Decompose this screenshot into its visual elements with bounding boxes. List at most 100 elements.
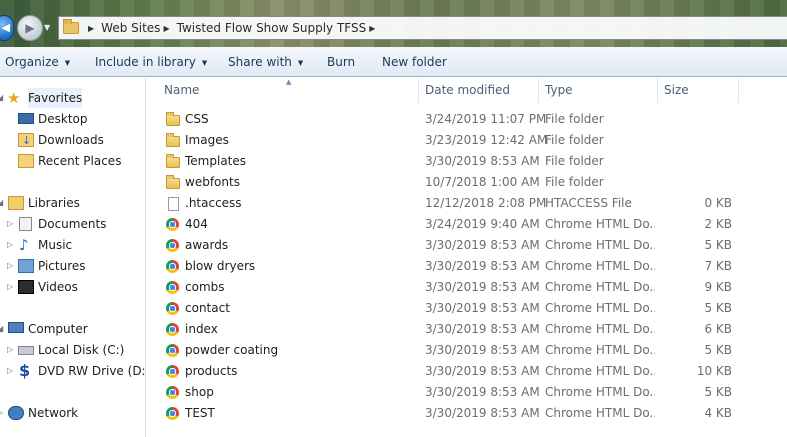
- column-header-type[interactable]: Type: [539, 78, 658, 103]
- file-name: contact: [185, 301, 230, 315]
- expand-triangle-icon[interactable]: ▷: [0, 403, 3, 423]
- file-date-modified: 3/30/2019 8:53 AM: [425, 238, 540, 252]
- file-size: 0 KB: [704, 196, 732, 210]
- documents-icon: [19, 217, 32, 231]
- expand-triangle-icon[interactable]: ▷: [7, 256, 13, 276]
- forward-button[interactable]: ▶: [17, 15, 43, 41]
- column-header-label: Date modified: [425, 83, 511, 97]
- recent-pages-chevron-down-icon[interactable]: ▼: [44, 23, 50, 32]
- file-row[interactable]: Templates 3/30/2019 8:53 AM File folder: [147, 151, 787, 172]
- file-row[interactable]: webfonts 10/7/2018 1:00 AM File folder: [147, 172, 787, 193]
- file-size: 9 KB: [704, 280, 732, 294]
- file-row[interactable]: 404 3/24/2019 9:40 AM Chrome HTML Do... 2 K…: [147, 214, 787, 235]
- nav-item-pictures[interactable]: ▷ Pictures: [0, 256, 145, 276]
- expand-triangle-icon[interactable]: ▷: [7, 235, 13, 255]
- nav-label: Network: [28, 406, 79, 420]
- chrome-icon: [166, 302, 179, 315]
- file-row[interactable]: combs 3/30/2019 8:53 AM Chrome HTML Do... 9…: [147, 277, 787, 298]
- file-row[interactable]: TEST 3/30/2019 8:53 AM Chrome HTML Do... 4 …: [147, 403, 787, 424]
- nav-label: Favorites: [28, 88, 83, 108]
- file-type: Chrome HTML Do...: [545, 217, 655, 231]
- file-size: 5 KB: [704, 301, 732, 315]
- column-header-label: Type: [545, 83, 573, 97]
- breadcrumb-web-sites[interactable]: Web Sites: [101, 21, 160, 35]
- expand-triangle-icon[interactable]: ◢: [0, 193, 3, 213]
- nav-item-favorites[interactable]: ◢ ★ Favorites: [0, 88, 145, 108]
- chrome-icon: [166, 323, 179, 336]
- organize-button[interactable]: Organize ▼: [5, 47, 70, 77]
- breadcrumb-separator-icon[interactable]: ▶: [88, 24, 94, 33]
- column-header-size[interactable]: Size: [658, 78, 739, 103]
- file-row[interactable]: blow dryers 3/30/2019 8:53 AM Chrome HTML …: [147, 256, 787, 277]
- nav-item-desktop[interactable]: Desktop: [0, 109, 145, 129]
- file-type: File folder: [545, 154, 604, 168]
- file-name: Templates: [185, 154, 247, 168]
- command-toolbar: Organize ▼ Include in library ▼ Share with…: [0, 47, 787, 77]
- file-row[interactable]: products 3/30/2019 8:53 AM Chrome HTML Do.…: [147, 361, 787, 382]
- file-row[interactable]: contact 3/30/2019 8:53 AM Chrome HTML Do..…: [147, 298, 787, 319]
- recent-places-icon: [18, 154, 34, 168]
- column-header-date-modified[interactable]: Date modified: [419, 78, 539, 103]
- dvd-drive-icon: $: [19, 361, 31, 380]
- sort-ascending-icon: ▲: [286, 78, 292, 86]
- desktop-icon: [18, 113, 34, 124]
- file-date-modified: 3/30/2019 8:53 AM: [425, 364, 540, 378]
- expand-triangle-icon[interactable]: ▷: [7, 340, 13, 360]
- nav-item-dvd-drive[interactable]: ▷ $ DVD RW Drive (D:) S: [0, 361, 145, 381]
- file-name: products: [185, 364, 238, 378]
- libraries-icon: [8, 196, 24, 210]
- expand-triangle-icon[interactable]: ◢: [0, 88, 3, 108]
- nav-item-computer[interactable]: ◢ Computer: [0, 319, 145, 339]
- file-row[interactable]: .htaccess 12/12/2018 2:08 PM HTACCESS File…: [147, 193, 787, 214]
- nav-item-network[interactable]: ▷ Network: [0, 403, 145, 423]
- expand-triangle-icon[interactable]: ▷: [7, 361, 13, 381]
- nav-item-music[interactable]: ▷ ♪ Music: [0, 235, 145, 255]
- breadcrumb-current-folder[interactable]: Twisted Flow Show Supply TFSS: [177, 21, 367, 35]
- nav-label: Downloads: [38, 133, 104, 147]
- breadcrumb-separator-icon[interactable]: ▶: [369, 24, 375, 33]
- file-name: shop: [185, 385, 214, 399]
- folder-icon: [166, 175, 180, 189]
- nav-item-libraries[interactable]: ◢ Libraries: [0, 193, 145, 213]
- file-name: webfonts: [185, 175, 240, 189]
- expand-triangle-icon[interactable]: ▷: [7, 277, 13, 297]
- nav-item-recent-places[interactable]: Recent Places: [0, 151, 145, 171]
- expand-triangle-icon[interactable]: ◢: [0, 319, 3, 339]
- file-row[interactable]: shop 3/30/2019 8:53 AM Chrome HTML Do... 5 …: [147, 382, 787, 403]
- nav-item-documents[interactable]: ▷ Documents: [0, 214, 145, 234]
- back-button[interactable]: ◀: [0, 15, 14, 41]
- file-row[interactable]: awards 3/30/2019 8:53 AM Chrome HTML Do...…: [147, 235, 787, 256]
- file-type: Chrome HTML Do...: [545, 322, 655, 336]
- nav-item-local-disk[interactable]: ▷ Local Disk (C:): [0, 340, 145, 360]
- file-type: Chrome HTML Do...: [545, 343, 655, 357]
- file-row[interactable]: powder coating 3/30/2019 8:53 AM Chrome HT…: [147, 340, 787, 361]
- file-name: index: [185, 322, 218, 336]
- chevron-down-icon: ▼: [201, 58, 208, 67]
- include-in-library-button[interactable]: Include in library ▼: [95, 47, 207, 77]
- share-with-label: Share with: [228, 55, 292, 69]
- hard-drive-icon: [18, 346, 34, 355]
- new-folder-button[interactable]: New folder: [382, 47, 447, 77]
- file-date-modified: 10/7/2018 1:00 AM: [425, 175, 540, 189]
- file-name: .htaccess: [185, 196, 242, 210]
- column-header-label: Name: [164, 83, 200, 97]
- file-row[interactable]: CSS 3/24/2019 11:07 PM File folder: [147, 109, 787, 130]
- nav-item-videos[interactable]: ▷ Videos: [0, 277, 145, 297]
- nav-label: Local Disk (C:): [38, 343, 125, 357]
- file-row[interactable]: Images 3/23/2019 12:42 AM File folder: [147, 130, 787, 151]
- share-with-button[interactable]: Share with ▼: [228, 47, 303, 77]
- chrome-icon: [166, 239, 179, 252]
- file-row[interactable]: index 3/30/2019 8:53 AM Chrome HTML Do... 6…: [147, 319, 787, 340]
- file-date-modified: 12/12/2018 2:08 PM: [425, 196, 547, 210]
- breadcrumb-separator-icon[interactable]: ▶: [163, 24, 169, 33]
- chrome-icon: [166, 218, 179, 231]
- file-date-modified: 3/30/2019 8:53 AM: [425, 406, 540, 420]
- expand-triangle-icon[interactable]: ▷: [7, 214, 13, 234]
- address-bar[interactable]: ▶ Web Sites ▶ Twisted Flow Show Supply T…: [58, 16, 787, 40]
- chrome-icon: [166, 281, 179, 294]
- chrome-icon: [166, 386, 179, 399]
- nav-item-downloads[interactable]: Downloads: [0, 130, 145, 151]
- nav-label: Videos: [38, 280, 78, 294]
- burn-button[interactable]: Burn: [327, 47, 355, 77]
- nav-label: Computer: [28, 322, 88, 336]
